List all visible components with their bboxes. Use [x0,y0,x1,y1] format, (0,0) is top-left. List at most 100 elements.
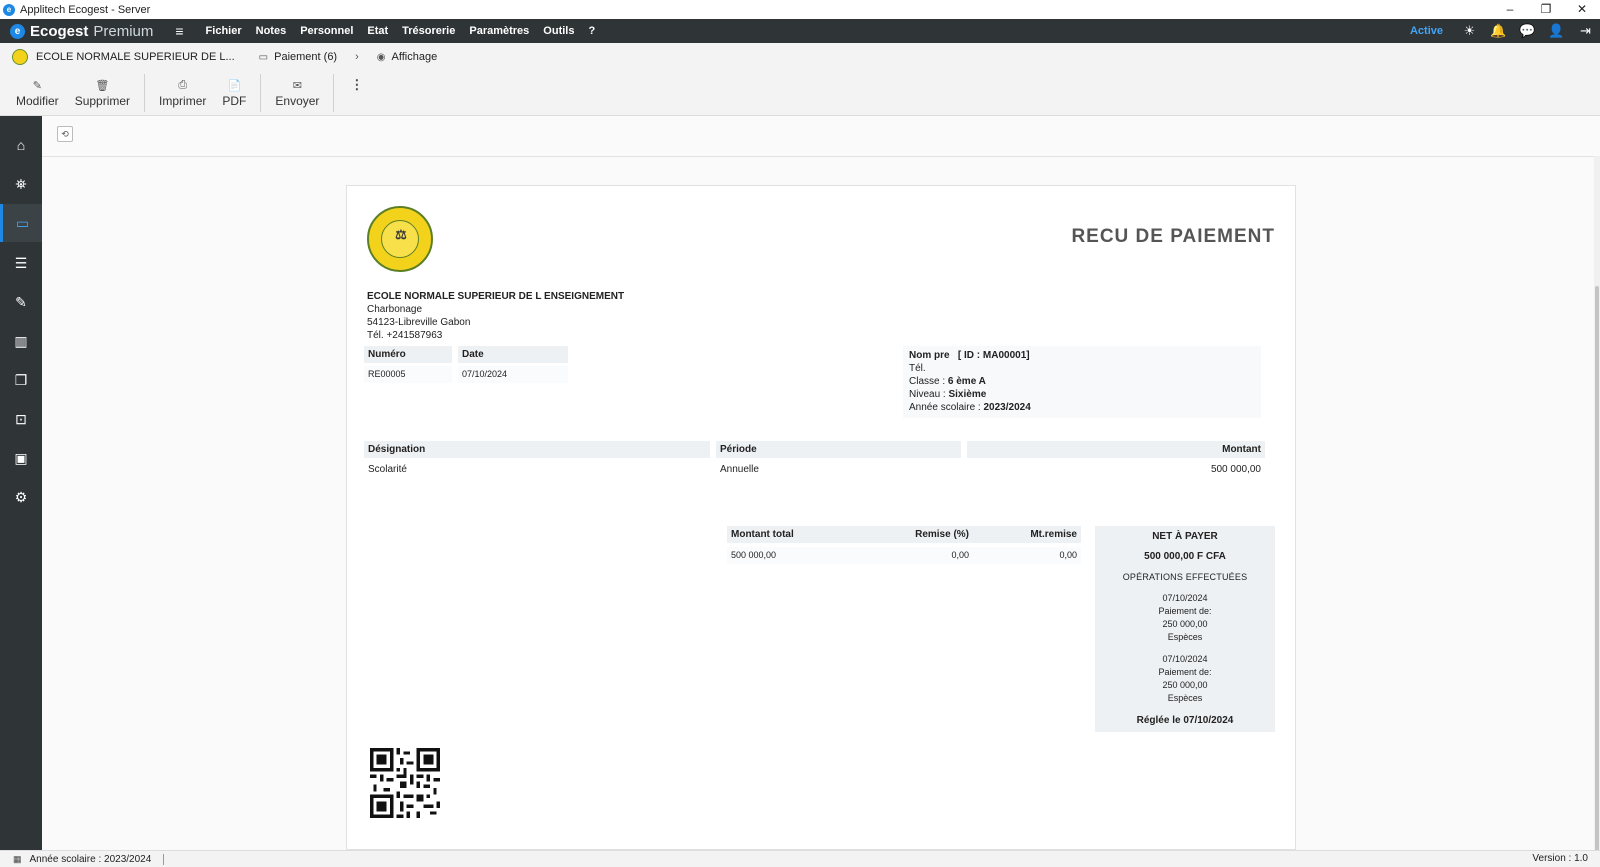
school-address-2: 54123-Libreville Gabon [367,317,471,328]
header-numero: Numéro [364,346,452,363]
school-logo-icon [12,49,28,65]
menu-tresorerie[interactable]: Trésorerie [402,25,455,37]
brand-name: Ecogest [30,22,89,40]
list-icon: ☰ [14,254,28,271]
level-label: Niveau : [909,389,946,400]
sidebar-payments[interactable]: ▭ [0,204,42,242]
receipt-date: 07/10/2024 [458,366,568,383]
receipt-title: RECU DE PAIEMENT [1071,226,1275,247]
list-item: 07/10/2024 Paiement de: 250 000,00 Espèc… [1095,653,1275,705]
school-info: ECOLE NORMALE SUPERIEUR DE L ENSEIGNEMEN… [367,290,624,342]
menu-notes[interactable]: Notes [256,25,287,37]
chat-icon[interactable]: 💬 [1513,23,1542,39]
sidebar-stats[interactable]: ▥ [0,322,42,360]
net-amount: 500 000,00 F CFA [1144,551,1226,562]
more-options-icon[interactable]: ⋮ [350,77,363,93]
menubar-actions: Active ☀ 🔔 💬 👤 ⇥ [1410,19,1600,43]
class-value: 6 ème A [947,376,986,387]
school-name: ECOLE NORMALE SUPERIEUR DE L ENSEIGNEMEN… [367,291,625,302]
table-row: Scolarité Annuelle 500 000,00 [364,463,1271,477]
receipt-number: RE00005 [364,366,452,383]
brand-logo-icon: e [10,23,25,39]
print-button[interactable]: ⎙ Imprimer [151,79,214,108]
sidebar-settings[interactable]: ⚙ [0,478,42,516]
header-remise: Remise (%) [847,526,973,543]
wallet-icon: ▣ [14,449,28,466]
vertical-scrollbar[interactable] [1594,156,1600,866]
operation-amount: 250 000,00 [1162,619,1208,629]
qr-code [370,748,440,818]
user-icon[interactable]: 👤 [1542,23,1571,39]
menu-outils[interactable]: Outils [543,25,574,37]
window-controls: – ❐ ✕ [1492,0,1600,19]
menu-fichier[interactable]: Fichier [206,25,242,37]
school-seal-logo: ⚖ [367,206,433,272]
sun-icon[interactable]: ☀ [1455,23,1484,39]
settled-date: Réglée le 07/10/2024 [1136,715,1234,726]
discount-amount: 0,00 [973,547,1081,564]
status-divider [163,853,165,865]
menu-personnel[interactable]: Personnel [300,25,353,37]
breadcrumb-school[interactable]: ECOLE NORMALE SUPERIEUR DE L... [36,51,235,63]
header-montant: Montant [967,441,1265,458]
pencil-icon: ✎ [15,293,27,310]
close-icon[interactable]: ✕ [1564,0,1600,19]
seal-emblem-icon: ⚖ [395,227,407,242]
year-label: Année scolaire : [909,402,981,413]
scrollbar-thumb[interactable] [1595,286,1599,866]
brand: e Ecogest Premium [10,23,153,40]
sidebar-wallet[interactable]: ▣ [0,439,42,477]
pdf-icon: 📄 [227,80,242,92]
breadcrumb: ECOLE NORMALE SUPERIEUR DE L... ▭ Paieme… [0,43,1600,71]
sidebar-notes[interactable]: ✎ [0,283,42,321]
operation-method: Espèces [1167,693,1203,703]
menu-help[interactable]: ? [588,25,595,37]
chart-icon: ▥ [14,332,28,349]
pdf-button[interactable]: 📄 PDF [214,79,254,108]
envelope-icon: ✉ [292,80,303,92]
delete-button[interactable]: 🗑 Supprimer [67,79,138,108]
settings-icon: ⚙ [14,488,28,505]
receipt-meta-table: Numéro Date RE00005 07/10/2024 [364,346,574,383]
back-button[interactable]: ⟲ [57,126,73,142]
lines-table-header: Désignation Période Montant [364,441,1271,458]
send-button[interactable]: ✉ Envoyer [267,79,327,108]
restore-icon[interactable]: ❐ [1528,0,1564,19]
trash-icon: 🗑 [95,80,110,92]
student-phone: Tél. [909,363,926,374]
menu-etat[interactable]: Etat [367,25,388,37]
net-title: NET À PAYER [1152,531,1218,542]
calendar-icon: ▦ [13,853,22,864]
sidebar-courses[interactable]: ⊡ [0,400,42,438]
line-periode: Annuelle [720,464,759,475]
sidebar-library[interactable]: ❐ [0,361,42,399]
toolbar-divider [333,74,335,112]
hamburger-menu-icon[interactable]: ≡ [175,23,183,39]
window-titlebar: e Applitech Ecogest - Server – ❐ ✕ [0,0,1600,19]
sidebar-list[interactable]: ☰ [0,244,42,282]
header-mt-remise: Mt.remise [973,526,1081,543]
operations-title: OPÉRATIONS EFFECTUÉES [1122,572,1248,582]
sidebar-home[interactable]: ⌂ [0,126,42,164]
send-label: Envoyer [275,94,320,108]
home-icon: ⌂ [16,137,26,153]
edit-button[interactable]: ✎ Modifier [8,79,67,108]
line-montant: 500 000,00 [1210,464,1261,475]
edit-label: Modifier [16,94,59,108]
logout-icon[interactable]: ⇥ [1571,23,1600,39]
breadcrumb-paiement[interactable]: Paiement (6) [274,51,337,63]
total-amount: 500 000,00 [727,547,847,564]
minimize-icon[interactable]: – [1492,0,1528,19]
status-version: Version : 1.0 [1532,853,1588,864]
app-logo-icon: e [3,3,15,16]
operation-date: 07/10/2024 [1162,654,1208,664]
bell-icon[interactable]: 🔔 [1484,23,1513,39]
operation-date: 07/10/2024 [1162,593,1208,603]
card-icon: ▭ [258,51,269,63]
net-to-pay-box: NET À PAYER 500 000,00 F CFA OPÉRATIONS … [1095,526,1275,732]
sidebar-students[interactable]: ⛯ [0,165,42,203]
toolbar-divider [260,74,262,112]
presentation-icon: ⊡ [15,410,27,427]
menu-parametres[interactable]: Paramètres [469,25,529,37]
pdf-label: PDF [222,94,247,108]
